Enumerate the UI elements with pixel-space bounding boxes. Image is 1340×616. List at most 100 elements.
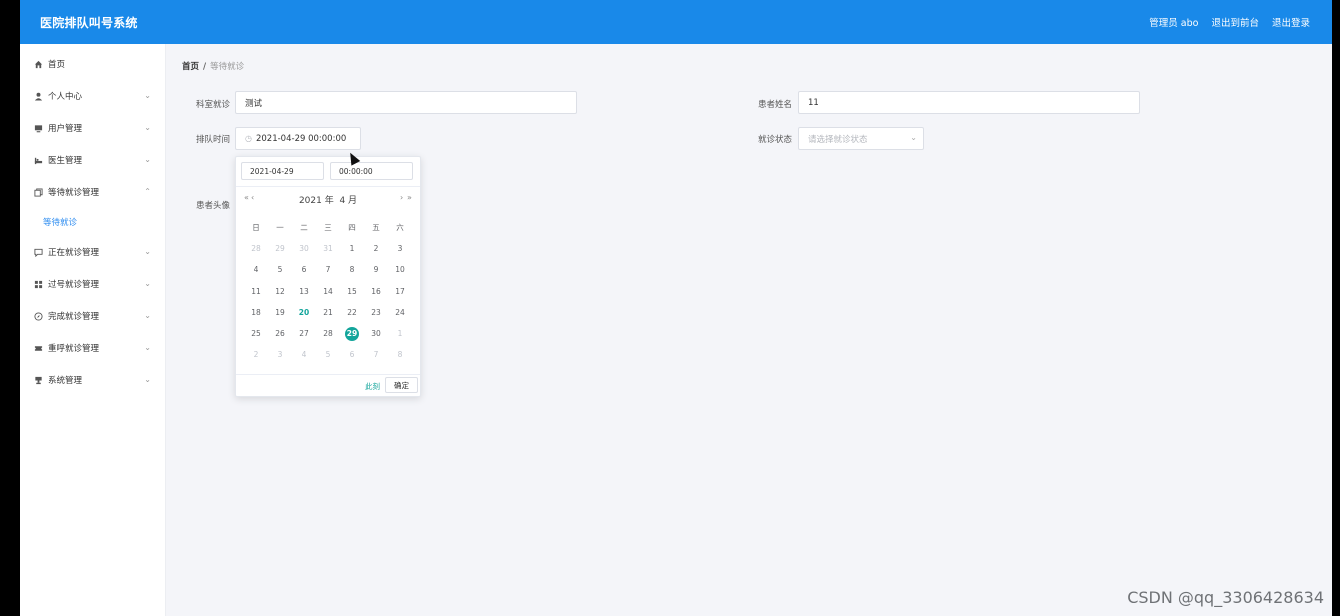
chevron-down-icon: ⌄	[144, 279, 151, 288]
next-month-button[interactable]: ›	[400, 193, 403, 202]
sidebar-item-system[interactable]: 系统管理 ⌄	[20, 364, 165, 396]
calendar-day[interactable]: 17	[388, 287, 412, 296]
chevron-down-icon: ⌄	[910, 133, 917, 142]
calendar-day[interactable]: 30	[292, 244, 316, 253]
calendar-day[interactable]: 6	[340, 350, 364, 359]
sidebar-item-doctors[interactable]: 医生管理 ⌄	[20, 144, 165, 176]
sidebar-item-label: 过号就诊管理	[48, 280, 100, 290]
calendar-day[interactable]: 2	[364, 244, 388, 253]
compass-icon	[34, 311, 43, 321]
bed-icon	[34, 156, 43, 165]
header-actions: 管理员 abo 退出到前台 退出登录	[1149, 15, 1310, 29]
calendar-day[interactable]: 15	[340, 287, 364, 296]
calendar-day[interactable]: 22	[340, 308, 364, 317]
calendar-day[interactable]: 27	[292, 329, 316, 338]
calendar-day[interactable]: 8	[388, 350, 412, 359]
calendar-day[interactable]: 31	[316, 244, 340, 253]
sidebar-item-missed[interactable]: 过号就诊管理 ⌄	[20, 268, 165, 300]
breadcrumb-current: 等待就诊	[210, 62, 245, 72]
calendar-day[interactable]: 12	[268, 287, 292, 296]
calendar-day[interactable]: 21	[316, 308, 340, 317]
calendar-day[interactable]: 25	[244, 329, 268, 338]
calendar-day[interactable]: 29	[268, 244, 292, 253]
calendar-day[interactable]: 7	[316, 265, 340, 274]
calendar-day[interactable]: 6	[292, 265, 316, 274]
calendar-week: 2 3 4 5 6 7 8	[244, 344, 412, 365]
calendar-day[interactable]: 23	[364, 308, 388, 317]
calendar-day[interactable]: 26	[268, 329, 292, 338]
logout-link[interactable]: 退出登录	[1272, 15, 1310, 29]
grid-icon	[34, 280, 43, 289]
sidebar-item-personal[interactable]: 个人中心 ⌄	[20, 80, 165, 112]
calendar-week: 4 5 6 7 8 9 10	[244, 259, 412, 280]
calendar-day-selected[interactable]: 29	[340, 326, 364, 341]
avatar-label: 患者头像	[196, 201, 231, 211]
calendar-day[interactable]: 7	[364, 350, 388, 359]
sidebar-subitem-waiting[interactable]: 等待就诊	[20, 208, 165, 236]
calendar-day[interactable]: 4	[244, 265, 268, 274]
calendar-day[interactable]: 10	[388, 265, 412, 274]
breadcrumb-home[interactable]: 首页	[182, 62, 199, 72]
sidebar-item-in-progress[interactable]: 正在就诊管理 ⌄	[20, 236, 165, 268]
next-year-button[interactable]: »	[407, 193, 412, 202]
sidebar-item-label: 首页	[48, 60, 66, 70]
back-to-front-link[interactable]: 退出到前台	[1211, 15, 1259, 29]
chevron-down-icon: ⌄	[144, 123, 151, 132]
now-button[interactable]: 此刻	[365, 381, 380, 392]
patient-name-input[interactable]: 11	[798, 91, 1140, 114]
picker-year[interactable]: 2021 年	[299, 196, 334, 206]
calendar-day[interactable]: 5	[316, 350, 340, 359]
selected-day-value: 29	[345, 326, 359, 341]
calendar-day[interactable]: 28	[316, 329, 340, 338]
calendar-day[interactable]: 1	[340, 244, 364, 253]
calendar-day[interactable]: 30	[364, 329, 388, 338]
sidebar-item-completed[interactable]: 完成就诊管理 ⌄	[20, 300, 165, 332]
picker-title: 2021 年 4 月	[236, 193, 420, 206]
app-title: 医院排队叫号系统	[40, 16, 138, 30]
settings-icon	[34, 376, 43, 385]
sidebar-item-users[interactable]: 用户管理 ⌄	[20, 112, 165, 144]
sidebar-item-waiting[interactable]: 等待就诊管理 ⌃	[20, 176, 165, 208]
chevron-up-icon: ⌃	[144, 187, 151, 196]
watermark: CSDN @qq_3306428634	[1127, 588, 1324, 607]
calendar-day[interactable]: 14	[316, 287, 340, 296]
calendar-day[interactable]: 5	[268, 265, 292, 274]
calendar-day[interactable]: 3	[388, 244, 412, 253]
chevron-down-icon: ⌄	[144, 247, 151, 256]
calendar-day[interactable]: 18	[244, 308, 268, 317]
calendar-day[interactable]: 13	[292, 287, 316, 296]
calendar-day[interactable]: 28	[244, 244, 268, 253]
picker-month[interactable]: 4 月	[339, 196, 357, 206]
picker-time-input[interactable]: 00:00:00	[330, 162, 413, 180]
queue-time-input[interactable]: ◷ 2021-04-29 00:00:00	[235, 127, 361, 150]
home-icon	[34, 60, 43, 69]
calendar-day[interactable]: 1	[388, 329, 412, 338]
sidebar: 首页 个人中心 ⌄ 用户管理 ⌄ 医生管理 ⌄ 等待就诊管理 ⌃ 等待就诊 正在…	[20, 44, 166, 616]
dept-input[interactable]: 测试	[235, 91, 577, 114]
calendar-day[interactable]: 9	[364, 265, 388, 274]
calendar-day-today[interactable]: 20	[292, 308, 316, 317]
calendar-day[interactable]: 3	[268, 350, 292, 359]
calendar-day[interactable]: 2	[244, 350, 268, 359]
calendar-day[interactable]: 24	[388, 308, 412, 317]
weekday-header: 日 一 二 三 四 五 六	[244, 217, 412, 238]
sidebar-item-home[interactable]: 首页	[20, 48, 165, 80]
picker-divider	[236, 186, 420, 187]
queue-time-label: 排队时间	[196, 135, 231, 145]
chevron-down-icon: ⌄	[144, 375, 151, 384]
admin-user[interactable]: 管理员 abo	[1149, 15, 1198, 29]
weekday-label: 六	[396, 223, 404, 233]
calendar-day[interactable]: 4	[292, 350, 316, 359]
calendar-day[interactable]: 16	[364, 287, 388, 296]
picker-date-input[interactable]: 2021-04-29	[241, 162, 324, 180]
chevron-down-icon: ⌄	[144, 311, 151, 320]
calendar-day[interactable]: 8	[340, 265, 364, 274]
calendar-day[interactable]: 11	[244, 287, 268, 296]
confirm-button[interactable]: 确定	[385, 377, 418, 393]
sidebar-item-label: 正在就诊管理	[48, 248, 100, 258]
status-select[interactable]: 请选择就诊状态 ⌄	[798, 127, 924, 150]
sidebar-item-recall[interactable]: 重呼就诊管理 ⌄	[20, 332, 165, 364]
calendar-day[interactable]: 19	[268, 308, 292, 317]
sidebar-item-label: 重呼就诊管理	[48, 344, 100, 354]
weekday-label: 四	[348, 223, 356, 233]
